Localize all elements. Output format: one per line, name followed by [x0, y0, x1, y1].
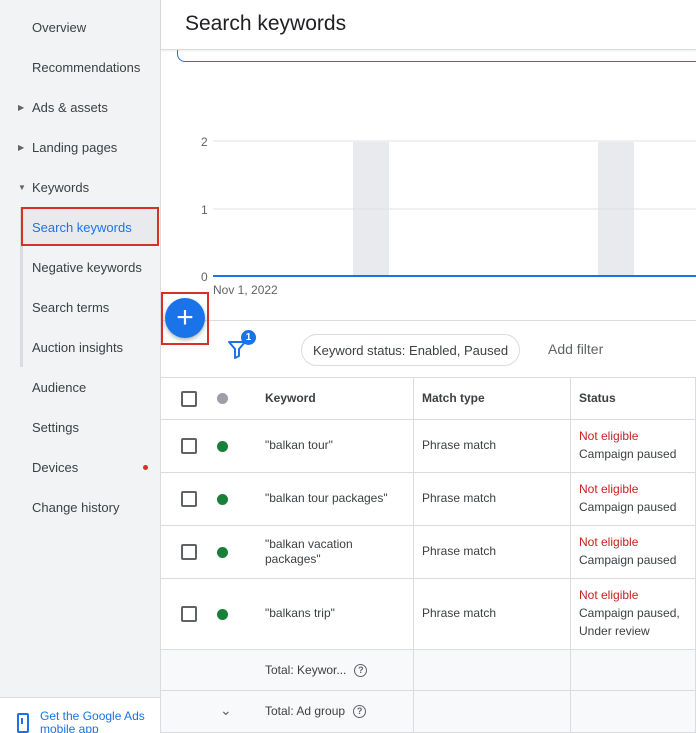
x-tick-label: Nov 1, 2022	[213, 283, 278, 297]
status-dot-enabled	[217, 494, 228, 505]
filter-bar: 1 Keyword status: Enabled, Paused Add fi…	[161, 320, 696, 378]
sidebar: Overview Recommendations ▶ Ads & assets …	[0, 0, 161, 733]
match-type-cell: Phrase match	[422, 606, 497, 620]
total-ad-group-text: Total: Ad group	[265, 704, 346, 718]
sidebar-item-search-keywords[interactable]: Search keywords	[0, 207, 160, 247]
sidebar-item-settings[interactable]: Settings	[0, 407, 160, 447]
caret-right-icon: ▶	[18, 102, 25, 112]
keyword-cell[interactable]: "balkan vacation packages"	[265, 537, 375, 567]
match-type-cell: Phrase match	[422, 438, 497, 452]
chart-svg: 2 1 0 Nov 1, 2022	[201, 135, 696, 297]
add-keyword-button[interactable]: +	[165, 298, 205, 338]
row-checkbox[interactable]	[181, 438, 197, 454]
select-all-checkbox[interactable]	[181, 391, 197, 407]
sidebar-item-label: Negative keywords	[32, 259, 142, 275]
status-not-eligible: Not eligible	[579, 588, 639, 602]
filter-count-badge: 1	[241, 330, 256, 345]
help-icon[interactable]: ?	[353, 705, 367, 719]
table-row: "balkan tour" Phrase match Not eligible …	[161, 420, 696, 473]
sidebar-item-change-history[interactable]: Change history	[0, 487, 160, 527]
sidebar-item-overview[interactable]: Overview	[0, 7, 160, 47]
sidebar-item-label: Recommendations	[32, 59, 141, 75]
sidebar-item-devices[interactable]: Devices	[0, 447, 160, 487]
sidebar-item-label: Devices	[32, 459, 79, 475]
status-not-eligible: Not eligible	[579, 482, 639, 496]
keyword-cell[interactable]: "balkan tour packages"	[265, 491, 405, 506]
sidebar-item-keywords[interactable]: ▼ Keywords	[0, 167, 160, 207]
column-header-keyword[interactable]: Keyword	[265, 391, 316, 406]
total-ad-group-label: Total: Ad group?	[265, 704, 367, 719]
total-keywords-text: Total: Keywor...	[265, 663, 347, 677]
match-type-cell: Phrase match	[422, 491, 497, 505]
chart-card-edge	[177, 50, 696, 62]
sidebar-item-label: Audience	[32, 379, 87, 395]
status-dot-enabled	[217, 609, 228, 620]
status-dot-enabled	[217, 441, 228, 452]
row-checkbox[interactable]	[181, 491, 197, 507]
total-ad-group-row: ⌄ Total: Ad group?	[161, 691, 696, 733]
sidebar-item-negative-keywords[interactable]: Negative keywords	[0, 247, 160, 287]
mobile-app-promo[interactable]: Get the Google Ads mobile app	[0, 697, 160, 733]
sidebar-item-label: Settings	[32, 419, 79, 435]
sidebar-item-label: Auction insights	[32, 339, 124, 355]
performance-chart: 2 1 0 Nov 1, 2022	[161, 62, 696, 320]
page-title: Search keywords	[185, 12, 347, 35]
table-row: "balkans trip" Phrase match Not eligible…	[161, 579, 696, 650]
y-tick-label: 0	[201, 270, 208, 284]
keyword-cell[interactable]: "balkans trip"	[265, 606, 405, 621]
keywords-table: Keyword Match type Status "balkan tour" …	[161, 378, 696, 733]
keyword-cell[interactable]: "balkan tour"	[265, 438, 405, 453]
page-header: Search keywords	[161, 0, 696, 50]
status-reason: Campaign paused	[579, 553, 677, 567]
keyword-status-filter-chip[interactable]: Keyword status: Enabled, Paused	[301, 334, 520, 366]
sidebar-item-audience[interactable]: Audience	[0, 367, 160, 407]
table-row: "balkan vacation packages" Phrase match …	[161, 526, 696, 579]
total-keywords-label: Total: Keywor...?	[265, 663, 368, 678]
sidebar-item-label: Search terms	[32, 299, 110, 315]
sidebar-item-label: Overview	[32, 19, 87, 35]
notification-dot	[143, 465, 148, 470]
status-reason: Campaign paused	[579, 500, 677, 514]
help-icon[interactable]: ?	[354, 664, 368, 678]
status-not-eligible: Not eligible	[579, 429, 639, 443]
table-row: "balkan tour packages" Phrase match Not …	[161, 473, 696, 526]
sidebar-item-label: Change history	[32, 499, 120, 515]
status-dot-header	[217, 393, 228, 404]
sidebar-item-label: Ads & assets	[32, 99, 108, 115]
mobile-app-promo-text: Get the Google Ads mobile app	[40, 709, 145, 733]
status-reason-extra: Under review	[579, 624, 650, 638]
status-dot-enabled	[217, 547, 228, 558]
column-divider	[413, 378, 414, 733]
sidebar-item-recommendations[interactable]: Recommendations	[0, 47, 160, 87]
plus-icon: +	[176, 301, 194, 334]
status-not-eligible: Not eligible	[579, 535, 639, 549]
column-header-match-type[interactable]: Match type	[422, 391, 485, 406]
sidebar-item-label: Keywords	[32, 179, 90, 195]
sidebar-item-label: Landing pages	[32, 139, 118, 155]
table-header-row: Keyword Match type Status	[161, 378, 696, 420]
caret-down-icon: ▼	[18, 182, 26, 192]
match-type-cell: Phrase match	[422, 544, 497, 558]
column-divider	[570, 378, 571, 733]
y-tick-label: 2	[201, 135, 208, 149]
status-reason: Campaign paused	[579, 447, 677, 461]
sidebar-item-search-terms[interactable]: Search terms	[0, 287, 160, 327]
total-keywords-row: Total: Keywor...?	[161, 650, 696, 691]
sidebar-item-landing-pages[interactable]: ▶ Landing pages	[0, 127, 160, 167]
row-checkbox[interactable]	[181, 606, 197, 622]
sidebar-item-auction-insights[interactable]: Auction insights	[0, 327, 160, 367]
chevron-down-icon[interactable]: ⌄	[220, 702, 232, 719]
y-tick-label: 1	[201, 203, 208, 217]
status-reason: Campaign paused,	[579, 606, 680, 620]
add-filter-button[interactable]: Add filter	[548, 341, 603, 357]
caret-right-icon: ▶	[18, 142, 25, 152]
phone-download-icon	[17, 713, 29, 733]
row-checkbox[interactable]	[181, 544, 197, 560]
sidebar-item-label: Search keywords	[32, 219, 132, 235]
sidebar-item-ads-assets[interactable]: ▶ Ads & assets	[0, 87, 160, 127]
column-header-status[interactable]: Status	[579, 391, 616, 406]
